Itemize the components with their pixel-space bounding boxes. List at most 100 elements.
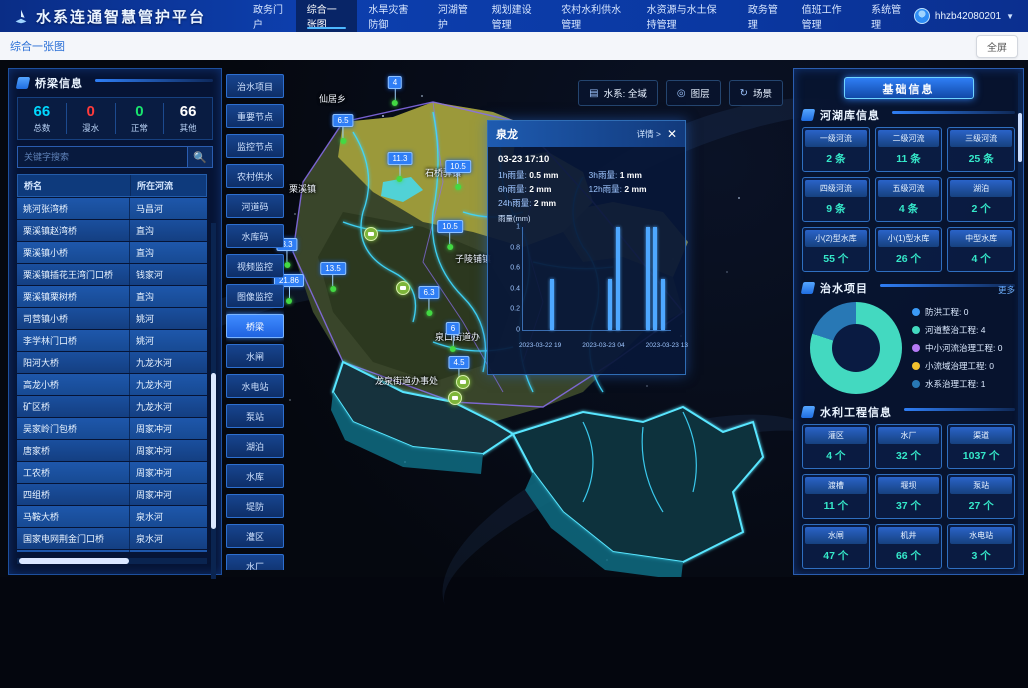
cell-bridge-name: 唐家桥 — [17, 440, 129, 461]
layer-item-桥梁[interactable]: 桥梁 — [226, 314, 284, 338]
map-marker[interactable]: 6 — [446, 322, 460, 352]
nav-item-规划建设管理[interactable]: 规划建设管理 — [481, 0, 551, 32]
camera-icon[interactable] — [364, 227, 378, 241]
cell-river-name: 泉水河 — [129, 550, 207, 552]
marker-dot-icon — [426, 310, 432, 316]
nav-item-综合一张图[interactable]: 综合一张图 — [296, 0, 358, 32]
projects-section-header: 治水项目 — [802, 274, 1015, 298]
table-horizontal-scrollbar[interactable] — [17, 558, 207, 564]
layer-item-泵站[interactable]: 泵站 — [226, 404, 284, 428]
layer-item-农村供水[interactable]: 农村供水 — [226, 164, 284, 188]
cell-bridge-name: 矿区桥 — [17, 396, 129, 417]
table-row[interactable]: 栗溪镇栗树桥直沟 — [17, 286, 207, 307]
table-row[interactable]: 四组桥周家冲河 — [17, 484, 207, 505]
map-control-场景[interactable]: ↻场景 — [729, 80, 783, 106]
close-icon[interactable]: ✕ — [667, 128, 677, 140]
user-menu[interactable]: hhzb42080201 ▼ — [914, 8, 1028, 24]
camera-icon[interactable] — [456, 375, 470, 389]
map-marker[interactable]: 6.3 — [418, 286, 439, 316]
nav-item-河湖管护[interactable]: 河湖管护 — [427, 0, 481, 32]
table-row[interactable]: 吴家岭门包桥周家冲河 — [17, 418, 207, 439]
table-row[interactable]: 马鞍大桥泉水河 — [17, 506, 207, 527]
fullscreen-button[interactable]: 全屏 — [976, 35, 1018, 58]
layer-item-水闸[interactable]: 水闸 — [226, 344, 284, 368]
layer-item-水库[interactable]: 水库 — [226, 464, 284, 488]
marker-dot-icon — [455, 184, 461, 190]
table-row[interactable]: 高龙小桥九龙水河 — [17, 374, 207, 395]
bridge-stat-总数: 66总数 — [18, 103, 66, 134]
marker-value: 6.3 — [418, 286, 439, 299]
table-vertical-scrollbar[interactable] — [211, 223, 216, 579]
card-value: 26 个 — [878, 247, 940, 269]
card-value: 4 个 — [805, 444, 867, 466]
cell-bridge-name: 司营镇小桥 — [17, 308, 129, 329]
breadcrumb[interactable]: 综合一张图 — [10, 38, 65, 54]
layer-item-湖泊[interactable]: 湖泊 — [226, 434, 284, 458]
layer-item-水厂[interactable]: 水厂 — [226, 554, 284, 570]
table-row[interactable]: 司营镇小桥姚河 — [17, 308, 207, 329]
nav-item-水旱灾害防御[interactable]: 水旱灾害防御 — [357, 0, 427, 32]
map-marker[interactable]: 10.5 — [437, 220, 463, 250]
search-icon[interactable]: 🔍 — [187, 146, 213, 168]
right-panel-scrollbar[interactable] — [1018, 73, 1022, 570]
popup-detail-link[interactable]: 详情 > — [637, 128, 661, 140]
map-marker[interactable]: 4 — [388, 76, 402, 106]
layer-item-视频监控[interactable]: 视频监控 — [226, 254, 284, 278]
breadcrumb-bar: 综合一张图 全屏 — [0, 32, 1028, 60]
search-input[interactable] — [17, 146, 187, 168]
map-marker[interactable]: 6.5 — [332, 114, 353, 144]
bridge-stat-正常: 0正常 — [115, 103, 164, 134]
map-marker[interactable]: 10.5 — [445, 160, 471, 190]
nav-item-政务门户[interactable]: 政务门户 — [242, 0, 296, 32]
table-row[interactable]: 栗溪镇插花王湾门口桥钱家河 — [17, 264, 207, 285]
table-row[interactable]: 国家电网荆金门口桥泉水河 — [17, 528, 207, 549]
camera-icon[interactable] — [448, 391, 462, 405]
layer-item-治水项目[interactable]: 治水项目 — [226, 74, 284, 98]
cell-river-name: 姚河 — [129, 308, 207, 329]
map-marker[interactable]: 13.5 — [320, 262, 346, 292]
layer-item-水库码[interactable]: 水库码 — [226, 224, 284, 248]
card-value: 9 条 — [805, 197, 867, 219]
stat-value: 0 — [67, 103, 115, 120]
nav-item-值班工作管理[interactable]: 值班工作管理 — [791, 0, 861, 32]
card-value: 4 个 — [950, 247, 1012, 269]
section-rivers-lakes: 河湖库信息 一级河流2 条二级河流11 条三级河流25 条四级河流9 条五级河流… — [794, 103, 1023, 272]
nav-item-农村水利供水管理[interactable]: 农村水利供水管理 — [550, 0, 635, 32]
chart-y-axis-label: 雨量(mm) — [498, 213, 531, 224]
rain-bar — [646, 227, 650, 330]
map-marker[interactable]: 11.3 — [388, 152, 413, 182]
table-row[interactable]: 工农桥周家冲河 — [17, 462, 207, 483]
layer-item-图像监控[interactable]: 图像监控 — [226, 284, 284, 308]
marker-value: 6.5 — [332, 114, 353, 127]
panel-header-icon — [801, 406, 816, 418]
camera-icon[interactable] — [396, 281, 410, 295]
table-row[interactable]: 集团大桥桥泉水河 — [17, 550, 207, 552]
table-row[interactable]: 矿区桥九龙水河 — [17, 396, 207, 417]
cell-river-name: 泉水河 — [129, 506, 207, 527]
table-row[interactable]: 姚河张湾桥马昌河 — [17, 198, 207, 219]
basic-info-button[interactable]: 基础信息 — [844, 77, 974, 99]
layer-item-重要节点[interactable]: 重要节点 — [226, 104, 284, 128]
layer-item-水电站[interactable]: 水电站 — [226, 374, 284, 398]
layer-item-灌区[interactable]: 灌区 — [226, 524, 284, 548]
table-row[interactable]: 栗溪镇小桥直沟 — [17, 242, 207, 263]
stat-value: 66 — [164, 103, 212, 120]
layer-item-监控节点[interactable]: 监控节点 — [226, 134, 284, 158]
table-row[interactable]: 阳河大桥九龙水河 — [17, 352, 207, 373]
header-accent-line — [880, 284, 1015, 287]
map-control-水系: 全域[interactable]: ▤水系: 全域 — [578, 80, 658, 106]
layer-item-河道码[interactable]: 河道码 — [226, 194, 284, 218]
table-row[interactable]: 唐家桥周家冲河 — [17, 440, 207, 461]
info-card-小(1)型水库: 小(1)型水库26 个 — [875, 227, 943, 272]
cell-river-name: 钱家河 — [129, 264, 207, 285]
nav-item-水资源与水土保持管理[interactable]: 水资源与水土保持管理 — [636, 0, 737, 32]
nav-item-系统管理[interactable]: 系统管理 — [860, 0, 914, 32]
layer-item-堤防[interactable]: 堤防 — [226, 494, 284, 518]
panel-header-icon — [801, 109, 816, 121]
nav-item-政务管理[interactable]: 政务管理 — [737, 0, 791, 32]
marker-dot-icon — [340, 138, 346, 144]
map-control-label: 图层 — [691, 86, 710, 100]
table-row[interactable]: 李学林门口桥姚河 — [17, 330, 207, 351]
map-control-图层[interactable]: ◎图层 — [666, 80, 721, 106]
table-row[interactable]: 栗溪镇赵湾桥直沟 — [17, 220, 207, 241]
